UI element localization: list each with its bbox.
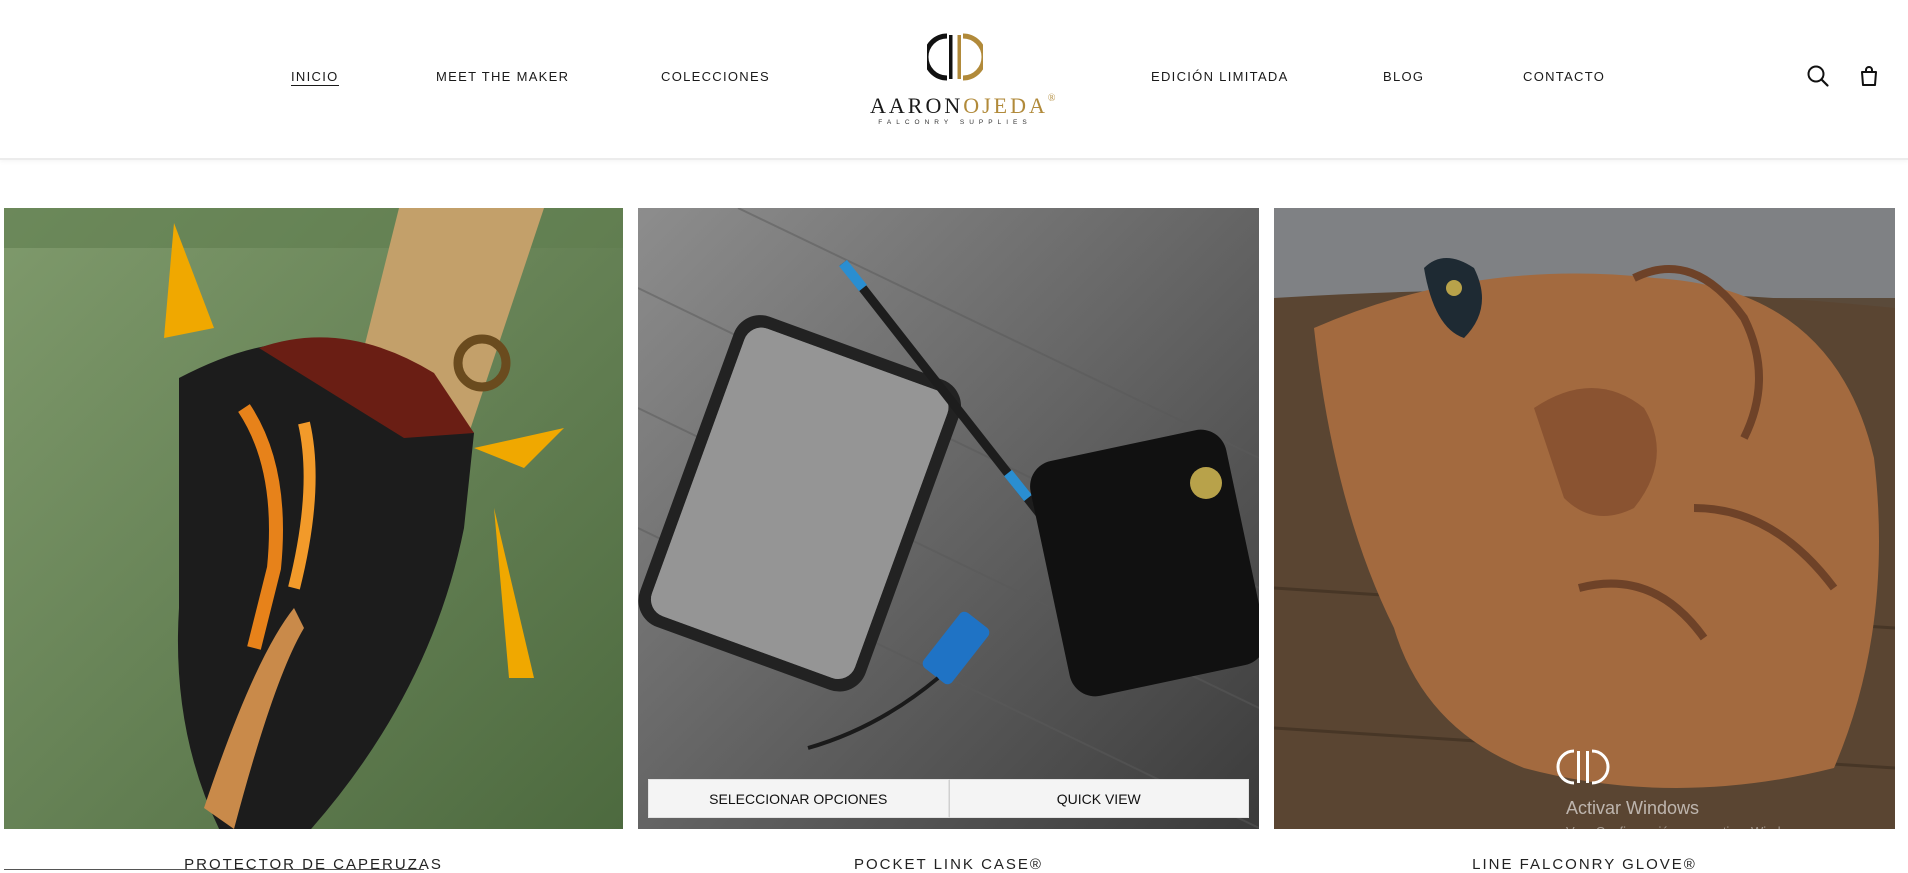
nav-meet-the-maker[interactable]: MEET THE MAKER xyxy=(436,69,569,84)
shopping-bag-icon[interactable] xyxy=(1857,64,1881,88)
search-icon[interactable] xyxy=(1806,64,1830,88)
logo-wordmark: AARONOJEDA® xyxy=(870,93,1056,119)
logo-word-aaron: AARON xyxy=(870,93,964,118)
product-title[interactable]: PROTECTOR DE CAPERUZAS xyxy=(4,856,623,873)
logo-registered: ® xyxy=(1047,93,1059,104)
product-image-protector-de-caperuzas[interactable] xyxy=(4,208,623,829)
quick-view-button[interactable]: QUICK VIEW xyxy=(948,779,1249,818)
site-header: INICIO MEET THE MAKER COLECCIONES AARONO… xyxy=(0,0,1908,160)
product-image-line-falconry-glove[interactable] xyxy=(1274,208,1895,829)
logo-word-ojeda: OJEDA xyxy=(963,93,1048,118)
logo-mark-icon xyxy=(927,33,983,81)
os-activation-watermark-subtitle: Ve a Configuración para activar Windows. xyxy=(1566,824,1808,839)
product-title[interactable]: POCKET LINK CASE® xyxy=(638,856,1259,873)
nav-inicio[interactable]: INICIO xyxy=(291,69,339,86)
nav-contacto[interactable]: CONTACTO xyxy=(1523,69,1605,84)
nav-edicion-limitada[interactable]: EDICIÓN LIMITADA xyxy=(1151,69,1289,84)
select-options-button[interactable]: SELECCIONAR OPCIONES xyxy=(648,779,949,818)
nav-colecciones[interactable]: COLECCIONES xyxy=(661,69,770,84)
nav-blog[interactable]: BLOG xyxy=(1383,69,1424,84)
product-image-pocket-link-case[interactable] xyxy=(638,208,1259,829)
divider-line xyxy=(4,869,424,870)
product-hover-actions: SELECCIONAR OPCIONES QUICK VIEW xyxy=(648,779,1249,818)
brand-logo[interactable]: AARONOJEDA® FALCONRY SUPPLIES xyxy=(870,24,1056,130)
product-title[interactable]: LINE FALCONRY GLOVE® xyxy=(1274,856,1895,873)
os-activation-watermark-title: Activar Windows xyxy=(1566,798,1700,818)
logo-tagline: FALCONRY SUPPLIES xyxy=(878,119,1032,126)
